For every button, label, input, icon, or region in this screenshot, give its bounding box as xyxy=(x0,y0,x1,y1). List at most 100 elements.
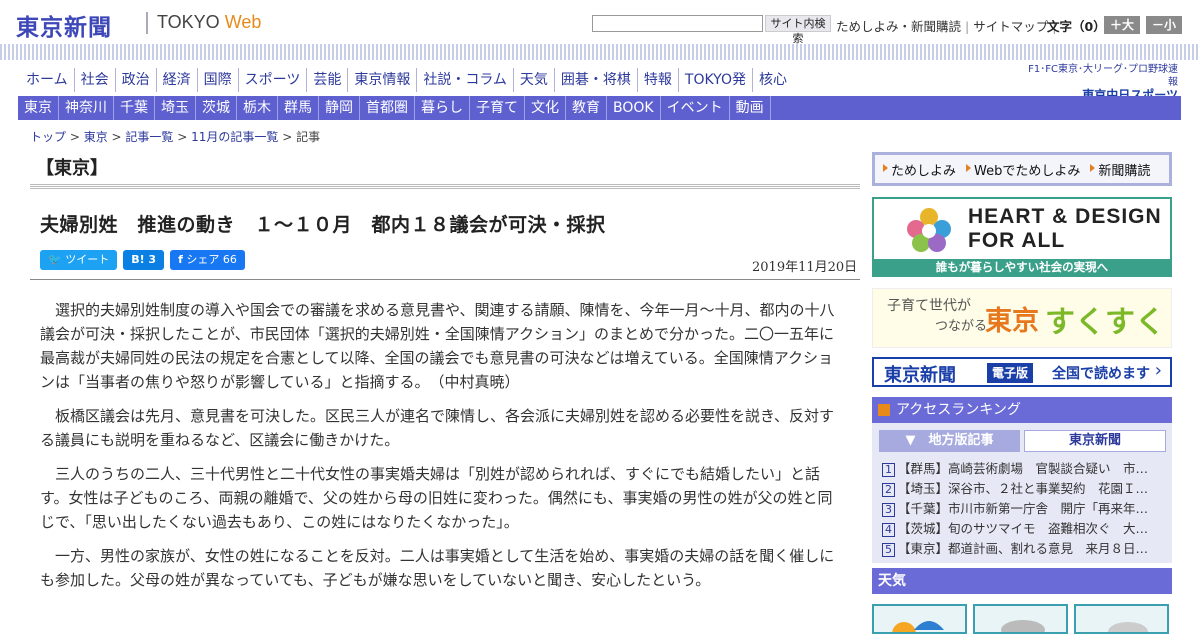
sports-news-text: F1･FC東京･大リーグ･プロ野球速報 xyxy=(1028,64,1178,88)
breadcrumb-item[interactable]: 東京 xyxy=(84,130,108,144)
facebook-share-button[interactable]: f シェア 66 xyxy=(170,250,245,270)
breadcrumb-separator: > xyxy=(66,130,84,144)
font-smaller-button[interactable]: －小 xyxy=(1146,16,1182,34)
tab-tokyo-shimbun[interactable]: 東京新聞 xyxy=(1024,430,1166,452)
region-nav-item[interactable]: 神奈川 xyxy=(59,96,114,120)
ranking-item[interactable]: 4 【茨城】旬のサツマイモ 盗難相次ぐ 大… xyxy=(882,519,1168,539)
ranking-item[interactable]: 1 【群馬】高崎芸術劇場 官製談合疑い 市… xyxy=(882,459,1168,479)
global-nav-item[interactable]: 核心 xyxy=(753,68,793,92)
top-links: ためしよみ・新聞購読 | サイトマップ | xyxy=(836,19,1057,34)
heart-title-line2: FOR ALL xyxy=(968,229,1066,252)
rank-title: 【東京】都道計画、割れる意見 来月８日… xyxy=(898,541,1149,556)
site-search-button[interactable]: サイト内検索 xyxy=(765,15,831,45)
region-nav-item[interactable]: 東京 xyxy=(18,96,59,120)
region-nav-item[interactable]: 栃木 xyxy=(237,96,278,120)
article-paragraph: 三人のうちの二人、三十代男性と二十代女性の事実婚夫婦は「別姓が認められれば、すぐ… xyxy=(40,465,833,531)
weather-header: 天気 xyxy=(872,568,1172,594)
ranking-item[interactable]: 2 【埼玉】深谷市、２社と事業契約 花園Ｉ… xyxy=(882,479,1168,499)
suku-text-1: 子育て世代が xyxy=(887,298,971,314)
tweet-label: ツイート xyxy=(65,253,110,266)
subscribe-link-side[interactable]: 新聞購読 xyxy=(1090,160,1150,179)
region-nav-item[interactable]: 群馬 xyxy=(278,96,319,120)
web-tameshi-link[interactable]: Webでためしよみ xyxy=(966,160,1080,179)
rank-title: 【群馬】高崎芸術劇場 官製談合疑い 市… xyxy=(898,461,1149,476)
global-nav-item[interactable]: 天気 xyxy=(514,68,555,92)
digital-edition-banner[interactable]: 東京新聞 電子版 全国で読めます › xyxy=(872,357,1172,387)
tab-local-articles[interactable]: ▼ 地方版記事 xyxy=(879,430,1020,452)
sukusuku-banner[interactable]: 子育て世代が つながる 東京 すくすく xyxy=(872,288,1172,348)
header-pattern-divider xyxy=(0,44,1200,60)
region-nav-item[interactable]: 静岡 xyxy=(319,96,360,120)
rank-number: 5 xyxy=(882,542,895,557)
logo-en-sub: Web xyxy=(224,12,262,32)
global-nav: ホーム 社会 政治 経済 国際 スポーツ 芸能 東京情報 社説・コラム 天気 囲碁・将棋 特報 TOKY… xyxy=(20,68,793,92)
breadcrumb-item[interactable]: 記事一覧 xyxy=(125,130,173,144)
region-nav-item[interactable]: 暮らし xyxy=(415,96,470,120)
global-nav-item[interactable]: 国際 xyxy=(198,68,239,92)
logo-tokyo-web[interactable]: TOKYO Web xyxy=(157,12,261,33)
global-nav-item[interactable]: 経済 xyxy=(157,68,198,92)
breadcrumb-separator: > xyxy=(107,130,126,144)
article-divider xyxy=(30,279,860,280)
tweet-button[interactable]: 🐦 ツイート xyxy=(40,250,118,270)
region-nav-item[interactable]: 首都圏 xyxy=(360,96,415,120)
region-nav-item[interactable]: 子育て xyxy=(470,96,525,120)
global-nav-item[interactable]: 囲碁・将棋 xyxy=(555,68,638,92)
breadcrumb-item: 記事 xyxy=(296,130,321,144)
font-size-label: 文字（0） xyxy=(1047,19,1106,34)
ranking-box: ▼ 地方版記事 東京新聞 1 【群馬】高崎芸術劇場 官製談合疑い 市… 2 【埼玉】深… xyxy=(872,423,1172,563)
digital-badge: 電子版 xyxy=(987,363,1034,383)
region-nav: 東京 神奈川 千葉 埼玉 茨城 栃木 群馬 静岡 首都圏 暮らし 子育て 文化 教育 BOOK イベント 動画 xyxy=(18,96,1181,120)
tameshi-link[interactable]: ためしよみ xyxy=(883,160,956,179)
region-nav-item[interactable]: 埼玉 xyxy=(155,96,196,120)
heart-caption: 誰もが暮らしやすい社会の実現へ xyxy=(874,259,1170,275)
region-nav-item[interactable]: 茨城 xyxy=(196,96,237,120)
rank-number: 2 xyxy=(882,482,895,497)
region-nav-item[interactable]: 千葉 xyxy=(114,96,155,120)
title-divider xyxy=(30,184,860,190)
facebook-icon: f xyxy=(178,253,183,266)
sitemap-link[interactable]: サイトマップ xyxy=(973,19,1048,34)
breadcrumb-item[interactable]: 11月の記事一覧 xyxy=(191,130,278,144)
article-paragraph: 一方、男性の家族が、女性の姓になることを反対。二人は事実婚として生活を始め、事実… xyxy=(40,547,835,589)
ranking-item[interactable]: 3 【千葉】市川市新第一庁舎 開庁「再来年… xyxy=(882,499,1168,519)
region-nav-item[interactable]: 文化 xyxy=(525,96,566,120)
tameshi-promo: ためしよみ Webでためしよみ 新聞購読 xyxy=(872,152,1172,186)
region-nav-item[interactable]: イベント xyxy=(661,96,730,120)
search-input[interactable] xyxy=(592,15,763,32)
article-body: 選択的夫婦別姓制度の導入や国会での審議を求める意見書や、関連する請願、陳情を、今… xyxy=(40,298,846,602)
global-nav-item[interactable]: 特報 xyxy=(638,68,679,92)
heart-title: HEART & DESIGN FOR ALL xyxy=(968,205,1162,253)
global-nav-item[interactable]: 芸能 xyxy=(307,68,349,92)
region-nav-item[interactable]: 動画 xyxy=(730,96,771,120)
global-nav-item[interactable]: 社説・コラム xyxy=(417,68,514,92)
weather-row xyxy=(872,604,1172,634)
triangle-down-icon: ▼ xyxy=(905,433,916,448)
global-nav-item[interactable]: 政治 xyxy=(116,68,157,92)
section-title: 【東京】 xyxy=(36,158,108,179)
site-header: 東京新聞 TOKYO Web サイト内検索 ためしよみ・新聞購読 | サイトマップ |… xyxy=(0,0,1200,48)
heart-design-banner[interactable]: HEART & DESIGN FOR ALL 誰もが暮らしやすい社会の実現へ xyxy=(872,197,1172,277)
global-nav-item[interactable]: スポーツ xyxy=(239,68,308,92)
share-label: シェア 66 xyxy=(186,253,237,266)
hatena-bookmark-button[interactable]: B! 3 xyxy=(123,250,165,270)
article-headline: 夫婦別姓 推進の動き １～１０月 都内１８議会が可決・採択 xyxy=(40,214,606,236)
region-nav-item[interactable]: BOOK xyxy=(607,96,661,120)
global-nav-item[interactable]: 東京情報 xyxy=(348,68,418,92)
rank-number: 1 xyxy=(882,462,895,477)
global-nav-item[interactable]: 社会 xyxy=(75,68,116,92)
breadcrumb-item[interactable]: トップ xyxy=(30,130,66,144)
breadcrumb-separator: > xyxy=(278,130,297,144)
font-larger-button[interactable]: ＋大 xyxy=(1104,16,1140,34)
global-nav-item[interactable]: ホーム xyxy=(20,68,75,92)
global-nav-item[interactable]: TOKYO発 xyxy=(679,68,753,92)
subscribe-link[interactable]: ためしよみ・新聞購読 xyxy=(836,19,961,34)
ranking-item[interactable]: 5 【東京】都道計画、割れる意見 来月８日… xyxy=(882,539,1168,559)
lotus-logo-icon xyxy=(907,208,951,252)
region-nav-item[interactable]: 教育 xyxy=(566,96,607,120)
breadcrumb-separator: > xyxy=(173,130,192,144)
logo-tokyo-shimbun[interactable]: 東京新聞 xyxy=(16,8,112,42)
logo-divider xyxy=(146,12,148,34)
suku-text-4: すくすく xyxy=(1045,305,1165,340)
chevron-right-icon: › xyxy=(1154,360,1162,381)
